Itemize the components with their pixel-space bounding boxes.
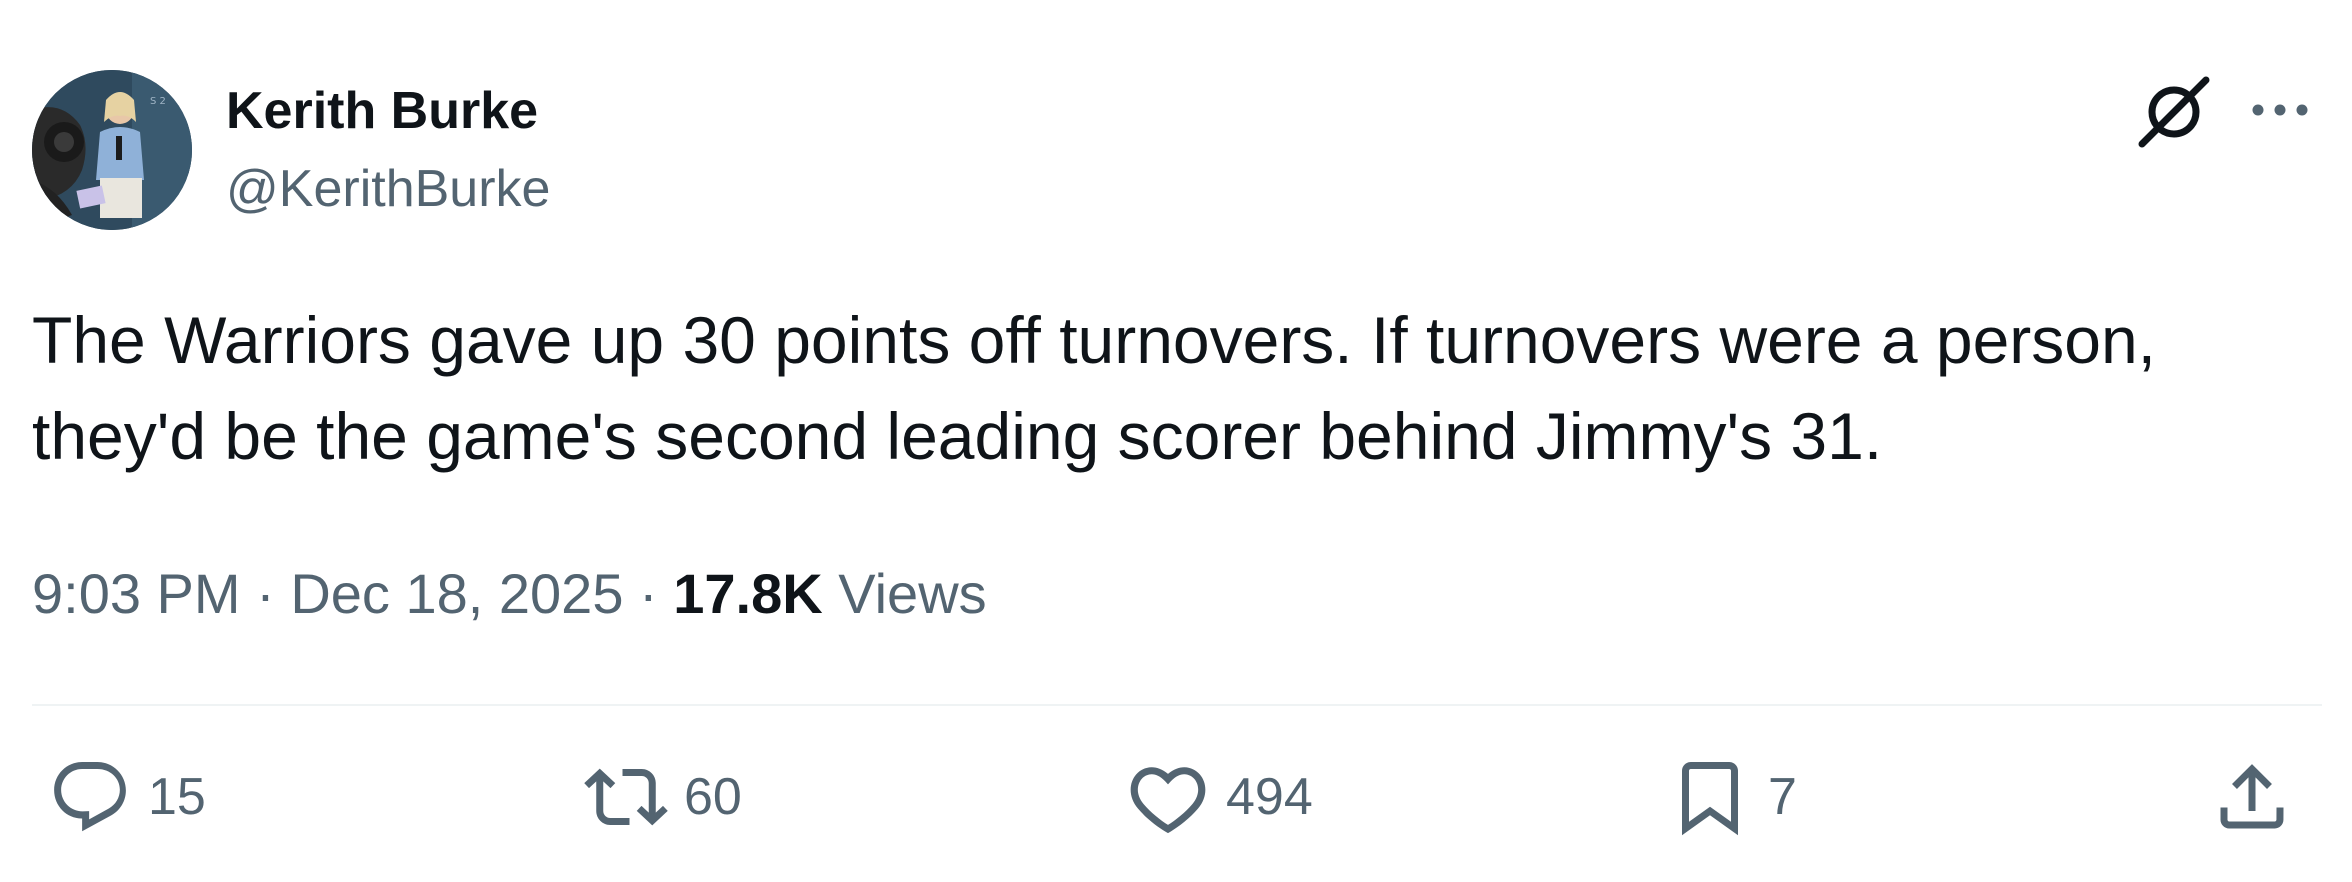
tweet-meta: 9:03 PM · Dec 18, 2025 · 17.8K Views [32, 556, 987, 632]
author-display-name[interactable]: Kerith Burke [226, 80, 538, 142]
grok-icon[interactable] [2134, 72, 2214, 152]
reply-icon [48, 755, 132, 839]
avatar[interactable]: S 2 [32, 70, 192, 230]
tweet-card: S 2 Kerith Burke @KerithBurke The Warrio… [0, 0, 2352, 882]
bookmark-icon [1668, 755, 1752, 839]
reply-count: 15 [148, 768, 206, 826]
meta-separator: · [639, 562, 658, 625]
bookmark-button[interactable]: 7 [1668, 752, 1797, 842]
author-handle[interactable]: @KerithBurke [226, 158, 550, 220]
bookmark-count: 7 [1768, 768, 1797, 826]
share-button[interactable] [2210, 752, 2294, 842]
meta-separator: · [256, 562, 275, 625]
reply-button[interactable]: 15 [48, 752, 206, 842]
more-options-icon[interactable] [2244, 88, 2316, 132]
repost-button[interactable]: 60 [584, 752, 742, 842]
views-count[interactable]: 17.8K [673, 562, 822, 625]
tweet-text: The Warriors gave up 30 points off turno… [32, 303, 2157, 473]
tweet-date[interactable]: Dec 18, 2025 [290, 562, 623, 625]
repost-count: 60 [684, 768, 742, 826]
tweet-time[interactable]: 9:03 PM [32, 562, 241, 625]
share-icon [2210, 755, 2294, 839]
like-button[interactable]: 494 [1126, 752, 1313, 842]
like-count: 494 [1226, 768, 1313, 826]
views-label[interactable]: Views [838, 562, 986, 625]
heart-icon [1126, 755, 1210, 839]
repost-icon [584, 755, 668, 839]
divider [32, 704, 2322, 706]
svg-text:S 2: S 2 [150, 96, 166, 107]
